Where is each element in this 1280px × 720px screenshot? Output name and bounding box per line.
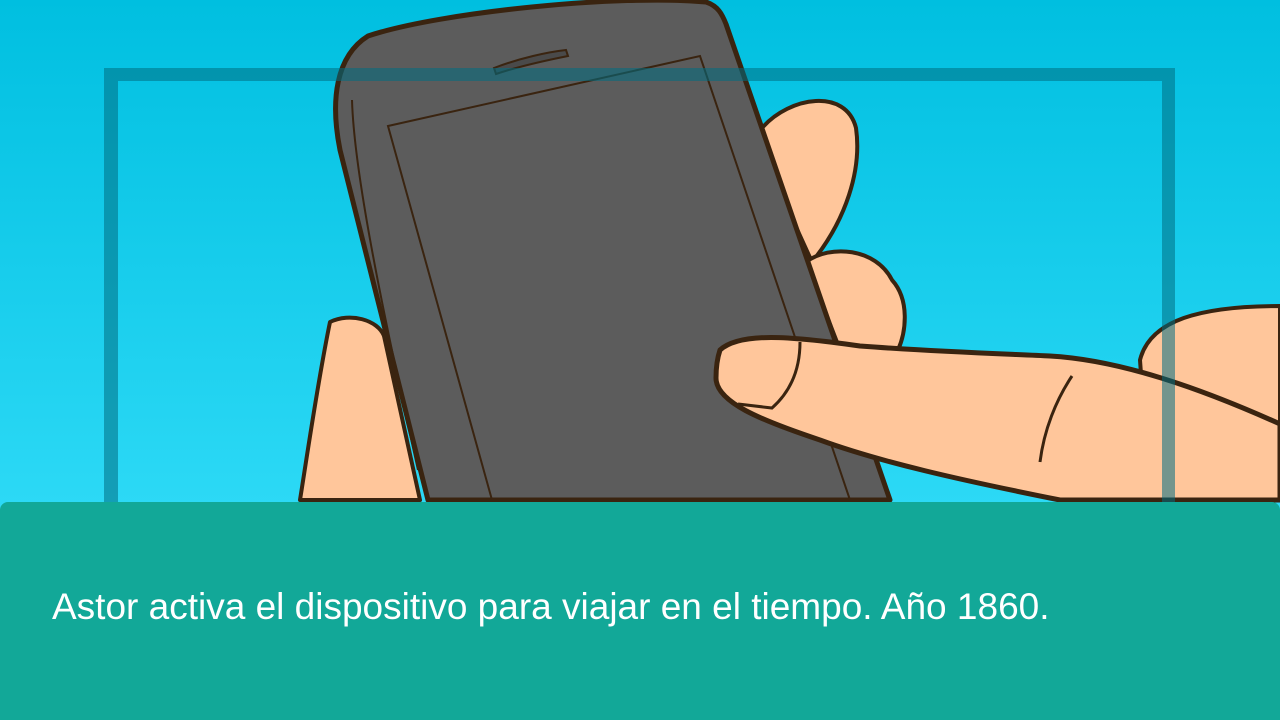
caption-panel: Astor activa el dispositivo para viajar …: [0, 502, 1280, 720]
story-slide: Astor activa el dispositivo para viajar …: [0, 0, 1280, 720]
caption-text: Astor activa el dispositivo para viajar …: [52, 586, 1050, 627]
